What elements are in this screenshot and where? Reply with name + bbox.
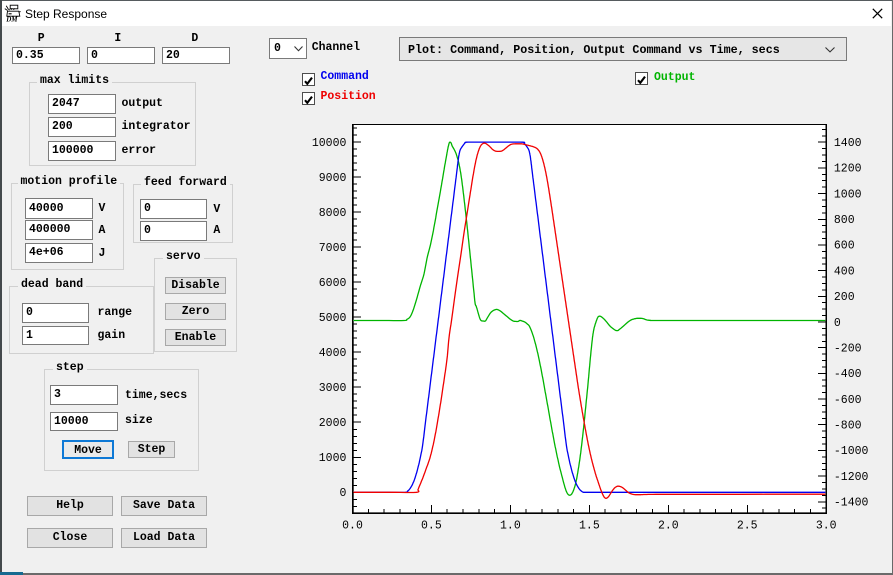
svg-text:1000: 1000: [319, 452, 347, 465]
svg-text:9000: 9000: [319, 172, 347, 185]
svg-text:0: 0: [834, 317, 841, 330]
svg-text:6000: 6000: [319, 277, 347, 290]
svg-text:1.0: 1.0: [500, 519, 521, 532]
svg-text:4000: 4000: [319, 347, 347, 360]
svg-text:-1200: -1200: [834, 471, 869, 484]
svg-text:2000: 2000: [319, 417, 347, 430]
svg-text:1200: 1200: [834, 163, 862, 176]
svg-text:2.0: 2.0: [658, 519, 679, 532]
svg-text:1000: 1000: [834, 188, 862, 201]
svg-text:10000: 10000: [312, 137, 347, 150]
svg-text:3.0: 3.0: [816, 519, 837, 532]
svg-text:-1000: -1000: [834, 445, 869, 458]
svg-text:-1400: -1400: [834, 497, 869, 510]
svg-text:-400: -400: [834, 368, 862, 381]
svg-text:-800: -800: [834, 420, 862, 433]
svg-text:7000: 7000: [319, 242, 347, 255]
svg-text:-200: -200: [834, 343, 862, 356]
svg-text:0.0: 0.0: [342, 519, 363, 532]
svg-text:0.5: 0.5: [421, 519, 442, 532]
svg-text:800: 800: [834, 214, 855, 227]
svg-text:600: 600: [834, 240, 855, 253]
svg-text:0: 0: [339, 487, 346, 500]
svg-text:400: 400: [834, 265, 855, 278]
svg-text:5000: 5000: [319, 312, 347, 325]
svg-text:-600: -600: [834, 394, 862, 407]
svg-text:2.5: 2.5: [737, 519, 758, 532]
svg-text:1400: 1400: [834, 137, 862, 150]
svg-text:1.5: 1.5: [579, 519, 600, 532]
svg-text:8000: 8000: [319, 207, 347, 220]
svg-text:200: 200: [834, 291, 855, 304]
svg-text:3000: 3000: [319, 382, 347, 395]
